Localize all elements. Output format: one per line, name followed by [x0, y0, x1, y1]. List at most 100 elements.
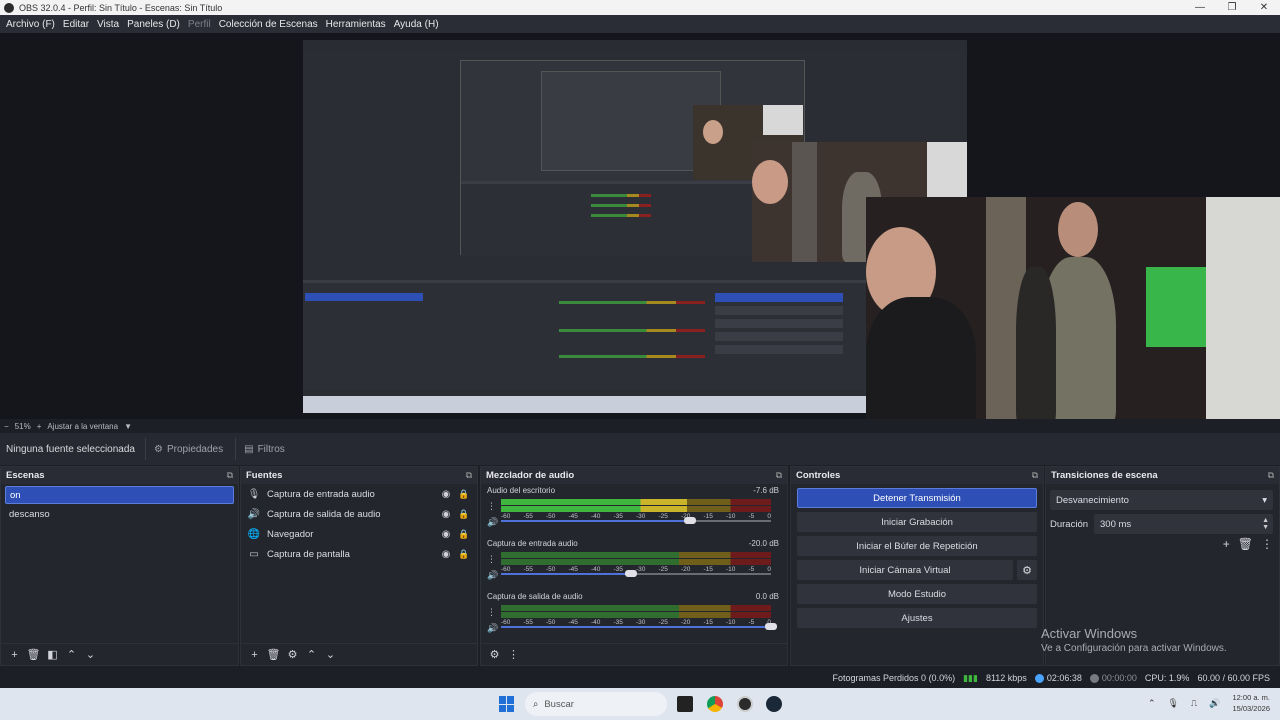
volume-icon[interactable]: 🔊 [1209, 698, 1220, 709]
volume-knob[interactable] [765, 623, 777, 630]
lock-icon[interactable]: 🔒 [457, 529, 471, 540]
undock-icon[interactable]: ⧉ [1268, 470, 1274, 481]
kebab-menu-icon[interactable]: ⋮ [504, 648, 523, 661]
stop-stream-button[interactable]: Detener Transmisión [797, 488, 1037, 508]
undock-icon[interactable]: ⧉ [1032, 470, 1038, 481]
chevron-down-icon: ▾ [1262, 494, 1267, 506]
transition-select[interactable]: Desvanecimiento ▾ [1050, 490, 1273, 510]
zoom-in-button[interactable]: + [37, 422, 42, 431]
start-recording-button[interactable]: Iniciar Grabación [797, 512, 1037, 532]
mute-speaker-icon[interactable]: 🔊 [487, 623, 498, 634]
microphone-icon[interactable]: 🎙 [1167, 698, 1178, 709]
trash-icon[interactable]: 🗑 [24, 648, 43, 661]
volume-knob[interactable] [624, 570, 637, 577]
trash-icon[interactable]: 🗑 [264, 648, 283, 661]
volume-knob[interactable] [684, 517, 696, 524]
add-source-button[interactable]: + [245, 649, 264, 661]
no-source-label: Ninguna fuente seleccionada [6, 443, 135, 455]
undock-icon[interactable]: ⧉ [776, 470, 782, 481]
menu-paneles[interactable]: Paneles (D) [123, 19, 184, 30]
menu-editar[interactable]: Editar [59, 19, 93, 30]
kebab-menu-icon[interactable]: ⋮ [487, 607, 496, 618]
steam-icon[interactable] [766, 696, 782, 712]
advanced-audio-icon[interactable]: ⚙ [485, 648, 504, 661]
menu-perfil[interactable]: Perfil [184, 19, 215, 30]
source-item-browser[interactable]: 🌐 Navegador ◉ 🔒 [241, 524, 477, 544]
source-item-audio-input[interactable]: 🎙 Captura de entrada audio ◉ 🔒 [241, 484, 477, 504]
zoom-out-button[interactable]: − [4, 422, 9, 431]
volume-slider[interactable] [501, 570, 771, 577]
volume-fill [501, 520, 690, 522]
spinner-icon[interactable]: ▲ ▼ [1262, 517, 1269, 531]
scene-item-on[interactable]: on [5, 486, 234, 504]
network-icon[interactable]: ⎍ [1191, 698, 1197, 709]
lock-icon[interactable]: 🔒 [457, 549, 471, 560]
chrome-icon[interactable] [707, 696, 723, 712]
sources-title: Fuentes [246, 470, 283, 481]
move-down-icon[interactable]: ⌄ [321, 648, 340, 661]
filters-button[interactable]: ▤ Filtros [235, 438, 293, 460]
scene-item-descanso[interactable]: descanso [5, 506, 234, 524]
source-item-display[interactable]: ▭ Captura de pantalla ◉ 🔒 [241, 544, 477, 564]
gear-icon[interactable]: ⚙ [283, 648, 302, 661]
move-up-icon[interactable]: ⌃ [302, 648, 321, 661]
settings-button[interactable]: Ajustes [797, 608, 1037, 628]
scale-tick: -10 [726, 619, 736, 626]
controls-dock: Controles ⧉ Detener Transmisión Iniciar … [790, 466, 1044, 666]
add-scene-button[interactable]: + [5, 649, 24, 661]
volume-slider[interactable] [501, 517, 771, 524]
undock-icon[interactable]: ⧉ [227, 470, 233, 481]
virtual-camera-button[interactable]: Iniciar Cámara Virtual [797, 560, 1013, 580]
volume-slider[interactable] [501, 623, 777, 630]
menu-coleccion-escenas[interactable]: Colección de Escenas [215, 19, 322, 30]
lock-icon[interactable]: 🔒 [457, 489, 471, 500]
properties-button[interactable]: ⚙ Propiedades [145, 438, 231, 460]
menu-herramientas[interactable]: Herramientas [322, 19, 390, 30]
windows-start-icon[interactable] [499, 696, 515, 712]
mute-speaker-icon[interactable]: 🔊 [487, 570, 498, 581]
kebab-menu-icon[interactable]: ⋮ [487, 501, 496, 512]
menu-ayuda[interactable]: Ayuda (H) [390, 19, 443, 30]
studio-mode-button[interactable]: Modo Estudio [797, 584, 1037, 604]
close-button[interactable]: ✕ [1248, 2, 1280, 13]
lock-icon[interactable]: 🔒 [457, 509, 471, 520]
move-up-icon[interactable]: ⌃ [62, 648, 81, 661]
scenes-dock: Escenas ⧉ on descanso + 🗑 ◧ ⌃ ⌄ [0, 466, 239, 666]
chevron-down-icon[interactable]: ▼ [124, 422, 132, 431]
maximize-button[interactable]: ❐ [1216, 2, 1248, 13]
kebab-menu-icon[interactable]: ⋮ [487, 554, 496, 565]
preview-area[interactable] [0, 33, 1280, 419]
scene-filters-icon[interactable]: ◧ [43, 648, 62, 661]
scale-tick: -30 [636, 619, 646, 626]
gear-icon[interactable]: ⚙ [1017, 560, 1037, 580]
scale-tick: 0 [767, 566, 771, 573]
system-tray: ⌃ 🎙 ⎍ 🔊 12:00 a. m. 15/03/2026 [1148, 692, 1270, 714]
globe-icon: 🌐 [247, 528, 261, 540]
fit-to-window-label[interactable]: Ajustar a la ventana [47, 422, 118, 431]
minimize-button[interactable]: — [1184, 2, 1216, 13]
kebab-menu-icon[interactable]: ⋮ [1261, 537, 1273, 551]
eye-icon[interactable]: ◉ [439, 529, 453, 540]
move-down-icon[interactable]: ⌄ [81, 648, 100, 661]
source-label: Captura de salida de audio [267, 508, 381, 520]
monitor-icon: ▭ [249, 548, 259, 560]
trash-icon[interactable]: 🗑 [1238, 537, 1253, 551]
eye-icon[interactable]: ◉ [439, 509, 453, 520]
file-explorer-icon[interactable] [677, 696, 693, 712]
eye-icon[interactable]: ◉ [439, 489, 453, 500]
undock-icon[interactable]: ⧉ [466, 470, 472, 481]
scale-tick: -60 [501, 513, 511, 520]
scale-tick: -60 [501, 619, 511, 626]
clock[interactable]: 12:00 a. m. 15/03/2026 [1232, 692, 1270, 714]
menu-archivo[interactable]: Archivo (F) [2, 19, 59, 30]
obs-icon[interactable] [737, 696, 753, 712]
source-item-audio-output[interactable]: 🔊 Captura de salida de audio ◉ 🔒 [241, 504, 477, 524]
taskbar-search[interactable]: ⌕ Buscar [525, 692, 667, 716]
mute-speaker-icon[interactable]: 🔊 [487, 517, 498, 528]
duration-input[interactable]: 300 ms ▲ ▼ [1094, 514, 1273, 534]
replay-buffer-button[interactable]: Iniciar el Búfer de Repetición [797, 536, 1037, 556]
chevron-up-icon[interactable]: ⌃ [1148, 698, 1156, 709]
eye-icon[interactable]: ◉ [439, 549, 453, 560]
add-transition-button[interactable]: + [1223, 537, 1230, 551]
menu-vista[interactable]: Vista [93, 19, 123, 30]
